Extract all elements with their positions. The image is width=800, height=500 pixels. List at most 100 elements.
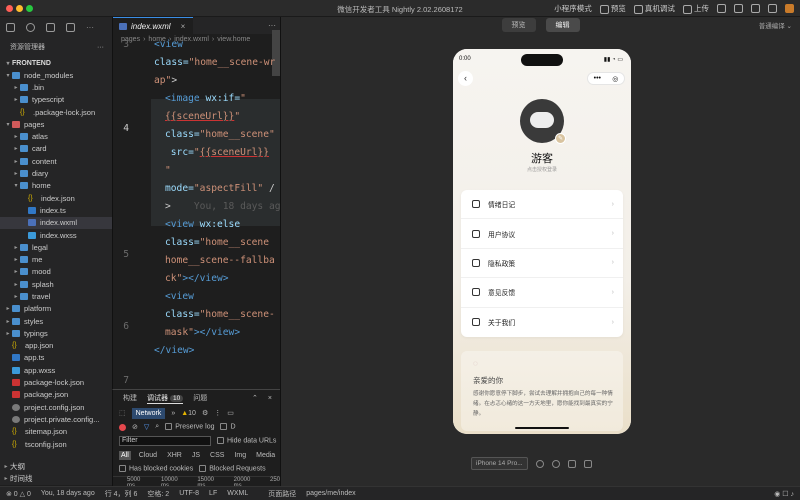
- sidebar-toggle-icon[interactable]: [751, 4, 760, 13]
- files-icon[interactable]: [6, 22, 15, 32]
- clear-icon[interactable]: ⊘: [132, 423, 138, 431]
- branch-icon[interactable]: [734, 4, 743, 13]
- file-tree-item[interactable]: ▸ diary: [0, 167, 112, 179]
- file-tree-item[interactable]: app.ts: [0, 352, 112, 364]
- file-tree-item[interactable]: {} .package-lock.json: [0, 106, 112, 118]
- indentation[interactable]: 空格: 2: [147, 489, 169, 499]
- close-icon[interactable]: ×: [268, 395, 280, 402]
- type-filter-cloud[interactable]: Cloud: [137, 451, 159, 460]
- file-tree-item[interactable]: {} sitemap.json: [0, 426, 112, 438]
- file-tree-item[interactable]: ▾ home: [0, 180, 112, 192]
- menu-item[interactable]: 隐私政策 ›: [461, 249, 623, 279]
- more-icon[interactable]: ⋮: [214, 409, 221, 417]
- search-icon[interactable]: [26, 22, 35, 32]
- chevron-up-icon[interactable]: ⌃: [252, 394, 258, 402]
- tab-issues[interactable]: 问题: [193, 393, 207, 403]
- file-tree-item[interactable]: ▸ content: [0, 155, 112, 167]
- mode-select[interactable]: 小程序模式: [554, 3, 592, 14]
- file-tree-item[interactable]: {} index.json: [0, 192, 112, 204]
- filter-icon[interactable]: ▽: [144, 423, 149, 431]
- encoding[interactable]: UTF-8: [179, 490, 199, 497]
- record-icon[interactable]: [119, 423, 126, 431]
- tab-edit[interactable]: 编辑: [545, 17, 580, 32]
- tab-build[interactable]: 构建: [123, 393, 137, 403]
- type-filter-xhr[interactable]: XHR: [165, 451, 184, 460]
- close-icon[interactable]: ×: [181, 22, 186, 31]
- file-tree-item[interactable]: {} app.json: [0, 340, 112, 352]
- source-control-icon[interactable]: [46, 22, 55, 32]
- layout-icon[interactable]: [768, 4, 777, 13]
- menu-item[interactable]: 关于我们 ›: [461, 308, 623, 337]
- preserve-log-checkbox[interactable]: Preserve log: [165, 423, 214, 431]
- file-tree-item[interactable]: ▸ splash: [0, 278, 112, 290]
- explorer-root[interactable]: ▾ FRONTEND: [0, 57, 112, 69]
- more-icon[interactable]: ···: [268, 21, 280, 30]
- file-tree-item[interactable]: ▸ legal: [0, 241, 112, 253]
- type-filter-css[interactable]: CSS: [208, 451, 226, 460]
- page-path[interactable]: pages/me/index: [306, 490, 355, 497]
- file-tree-item[interactable]: ▸ typings: [0, 327, 112, 339]
- window-icon[interactable]: [583, 459, 592, 468]
- warnings-count[interactable]: ▲10: [181, 410, 196, 417]
- screenshot-icon[interactable]: [567, 459, 576, 468]
- file-tree-item[interactable]: project.private.config...: [0, 413, 112, 425]
- blame-status[interactable]: You, 18 days ago: [41, 490, 95, 497]
- outline-section[interactable]: ▸ 大纲: [0, 460, 112, 472]
- rotate-icon[interactable]: [535, 459, 544, 468]
- file-tree-item[interactable]: ▸ travel: [0, 290, 112, 302]
- dock-icon[interactable]: ▭: [227, 409, 234, 417]
- disable-cache-checkbox[interactable]: D: [220, 423, 236, 431]
- sync-icon[interactable]: ⊗ 0 △ 0: [6, 490, 31, 498]
- upload-button[interactable]: 上传: [682, 3, 709, 14]
- tab-network[interactable]: Network: [131, 407, 166, 419]
- file-tree-item[interactable]: ▸ me: [0, 253, 112, 265]
- file-tree-item[interactable]: app.wxss: [0, 364, 112, 376]
- filter-input[interactable]: Filter: [119, 436, 211, 446]
- file-tree-item[interactable]: package.json: [0, 389, 112, 401]
- file-tree-item[interactable]: ▸ styles: [0, 315, 112, 327]
- file-tree-item[interactable]: ▸ atlas: [0, 130, 112, 142]
- bell-icon[interactable]: ◉ ☐ ♪: [774, 490, 800, 498]
- menu-item[interactable]: 意见反馈 ›: [461, 278, 623, 308]
- more-icon[interactable]: ···: [97, 44, 104, 51]
- cloud-icon[interactable]: [717, 4, 726, 13]
- file-tree-item[interactable]: ▸ card: [0, 143, 112, 155]
- file-tree-item[interactable]: index.wxss: [0, 229, 112, 241]
- tab-debugger[interactable]: 调试器 10: [147, 393, 184, 404]
- gear-icon[interactable]: ⚙: [202, 409, 208, 417]
- remote-debug-button[interactable]: 真机调试: [633, 3, 675, 14]
- line-ending[interactable]: LF: [209, 490, 217, 497]
- file-tree-item[interactable]: ▸ .bin: [0, 81, 112, 93]
- file-tree-item[interactable]: index.ts: [0, 204, 112, 216]
- tab-preview[interactable]: 预览: [501, 17, 536, 32]
- back-button[interactable]: ‹: [458, 71, 473, 86]
- type-filter-img[interactable]: Img: [232, 451, 248, 460]
- avatar[interactable]: [785, 4, 794, 13]
- file-tree-item[interactable]: ▸ mood: [0, 266, 112, 278]
- more-icon[interactable]: ···: [86, 23, 94, 32]
- file-tree-item[interactable]: ▾ pages: [0, 118, 112, 130]
- file-tree-item[interactable]: ▸ typescript: [0, 94, 112, 106]
- compile-mode-select[interactable]: 普通编译 ⌄: [759, 20, 792, 30]
- tab-index-wxml[interactable]: index.wxml ×: [113, 17, 194, 34]
- file-tree-item[interactable]: index.wxml: [0, 216, 112, 229]
- hide-data-urls-checkbox[interactable]: Hide data URLs: [217, 437, 276, 445]
- file-tree-item[interactable]: ▸ platform: [0, 303, 112, 315]
- language-mode[interactable]: WXML: [227, 490, 248, 497]
- login-prompt[interactable]: 点击授权登录: [453, 166, 631, 173]
- file-tree-item[interactable]: package-lock.json: [0, 376, 112, 388]
- file-tree-item[interactable]: project.config.json: [0, 401, 112, 413]
- capsule-menu[interactable]: ••• ◎: [587, 72, 625, 85]
- type-filter-media[interactable]: Media: [254, 451, 277, 460]
- menu-item[interactable]: 用户协议 ›: [461, 219, 623, 249]
- more-icon[interactable]: •••: [594, 75, 601, 82]
- file-tree-item[interactable]: ▾ node_modules: [0, 69, 112, 81]
- extensions-icon[interactable]: [66, 22, 75, 32]
- type-filter-js[interactable]: JS: [190, 451, 202, 460]
- search-icon[interactable]: ⌕: [155, 423, 159, 431]
- timeline-section[interactable]: ▸ 时间线: [0, 473, 112, 485]
- menu-item[interactable]: 情绪日记 ›: [461, 190, 623, 220]
- blocked-requests-checkbox[interactable]: Blocked Requests: [199, 465, 266, 473]
- close-mini-program-icon[interactable]: ◎: [612, 75, 618, 83]
- device-select[interactable]: iPhone 14 Pro...: [471, 457, 528, 470]
